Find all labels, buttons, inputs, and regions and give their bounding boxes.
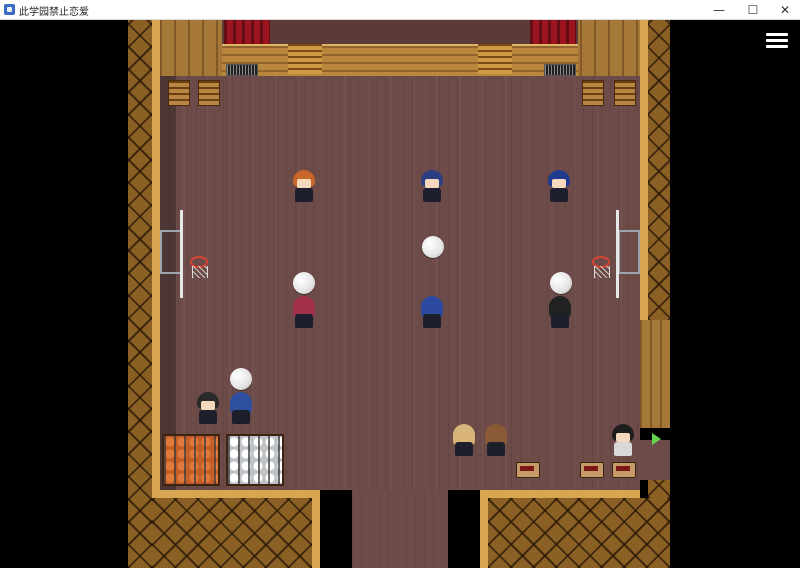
stage-stairs-right[interactable] <box>478 44 512 74</box>
menu-line <box>766 45 788 48</box>
green-arrow-right-icon[interactable] <box>652 433 661 445</box>
menu-line <box>766 39 788 42</box>
npc-navy-hair-center[interactable] <box>419 170 445 202</box>
left-curtain <box>224 20 270 44</box>
npc-black-hair-right[interactable] <box>547 296 573 328</box>
npc-brown-hair[interactable] <box>483 424 509 456</box>
left-hoop-backboard <box>180 210 183 298</box>
npc-body <box>232 410 250 424</box>
bottom-right-trim <box>480 490 640 498</box>
right-curtain <box>530 20 576 44</box>
player-character[interactable] <box>610 424 636 456</box>
npc-body <box>455 442 473 456</box>
npc-face <box>425 179 439 188</box>
cart-bars <box>228 436 282 484</box>
right-hoop-backboard <box>616 210 619 298</box>
shelf-3 <box>582 80 604 106</box>
right-door-frame <box>640 320 670 428</box>
left-outer-wall <box>128 20 152 568</box>
south-exit-floor[interactable] <box>352 490 448 568</box>
right-vent <box>544 64 576 76</box>
stage-platform <box>222 20 578 44</box>
left-vent <box>226 64 258 76</box>
volleyball-cart[interactable] <box>226 434 284 486</box>
left-wall-shadow <box>160 76 176 490</box>
maximize-button[interactable]: ☐ <box>736 0 770 20</box>
left-hoop-net <box>192 266 208 278</box>
exit-left-trim <box>312 490 320 568</box>
npc-blue-hair-center[interactable] <box>419 296 445 328</box>
npc-orange-hair[interactable] <box>291 170 317 202</box>
basketball-cart[interactable] <box>162 434 220 486</box>
shelf-4 <box>614 80 636 106</box>
ball-bottom-left[interactable] <box>230 368 252 390</box>
app-icon <box>4 4 15 15</box>
east-exit-floor[interactable] <box>640 440 670 480</box>
hamburger-menu-icon[interactable] <box>758 24 796 56</box>
window-titlebar: 此学园禁止恋爱 — ☐ ✕ <box>0 0 800 20</box>
right-outer-wall <box>648 20 670 320</box>
bench-item-1[interactable] <box>516 462 540 478</box>
npc-face <box>297 179 311 188</box>
shelf-1 <box>168 80 190 106</box>
left-trim <box>152 20 160 498</box>
npc-body <box>199 410 217 424</box>
shelf-2 <box>198 80 220 106</box>
npc-blue-hair-left[interactable] <box>228 392 254 424</box>
right-hoop-net <box>594 266 610 278</box>
stage-front <box>222 44 578 76</box>
bottom-left-trim <box>152 490 320 498</box>
minimize-button[interactable]: — <box>702 0 736 20</box>
ball-right[interactable] <box>550 272 572 294</box>
ball-left[interactable] <box>293 272 315 294</box>
menu-line <box>766 33 788 36</box>
right-hoop-frame <box>618 230 640 274</box>
player-body <box>614 442 632 456</box>
npc-body <box>295 314 313 328</box>
right-trim <box>640 20 648 320</box>
npc-body <box>423 188 441 202</box>
left-hoop-frame <box>160 230 182 274</box>
npc-blonde-hair[interactable] <box>451 424 477 456</box>
npc-body <box>295 188 313 202</box>
window-title: 此学园禁止恋爱 <box>19 7 89 18</box>
npc-face <box>552 179 566 188</box>
npc-face <box>201 401 215 410</box>
ball-center[interactable] <box>422 236 444 258</box>
exit-right-trim <box>480 490 488 568</box>
bench-item-2[interactable] <box>580 462 604 478</box>
close-button[interactable]: ✕ <box>768 0 800 20</box>
npc-black-hair-left[interactable] <box>195 392 221 424</box>
npc-red-hair[interactable] <box>291 296 317 328</box>
npc-body <box>423 314 441 328</box>
npc-body <box>551 314 569 328</box>
cart-bars <box>164 436 218 484</box>
npc-body <box>550 188 568 202</box>
player-face <box>616 433 630 442</box>
npc-navy-hair-right[interactable] <box>546 170 572 202</box>
stage-stairs-left[interactable] <box>288 44 322 74</box>
game-viewport[interactable] <box>0 20 800 568</box>
bench-item-3[interactable] <box>612 462 636 478</box>
bottom-left-wall <box>152 498 312 568</box>
npc-body <box>487 442 505 456</box>
bottom-right-wall <box>488 498 670 568</box>
